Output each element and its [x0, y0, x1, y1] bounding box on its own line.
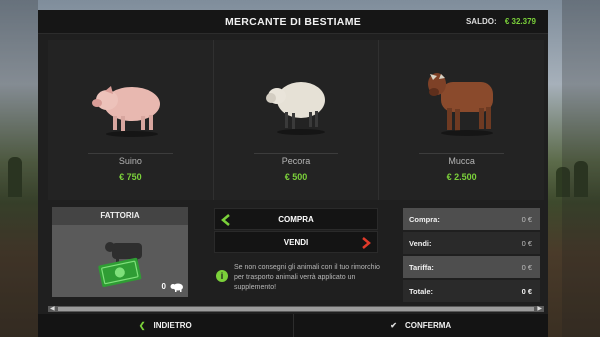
animal-card-pig[interactable]: Suino € 750	[48, 40, 214, 200]
summary-sell-row: Vendi: 0 €	[403, 232, 540, 254]
summary-total-label: Totale:	[409, 287, 434, 296]
buy-button-label: COMPRA	[278, 215, 314, 224]
animal-name-sheep: Pecora	[281, 156, 311, 166]
cost-summary: Compra: 0 € Vendi: 0 € Tariffa: 0 € Tota…	[403, 208, 540, 304]
animal-selection: Suino € 750 Pecora € 500 Mucca € 2.500	[48, 40, 544, 200]
back-arrow-icon: ❮	[138, 321, 146, 330]
summary-sell-label: Vendi:	[409, 239, 432, 248]
animal-price-cow: € 2.500	[446, 172, 477, 182]
summary-sell-value: 0 €	[521, 239, 532, 248]
animal-name-cow: Mucca	[448, 156, 475, 166]
cow-icon	[427, 73, 493, 136]
animal-price-pig: € 750	[119, 172, 142, 182]
livestock-dealer-dialog: MERCANTE DI BESTIAME SALDO: € 32.379 Sui…	[38, 10, 548, 337]
confirm-button-label: CONFERMA	[404, 321, 452, 330]
summary-fee-label: Tariffa:	[409, 263, 434, 272]
summary-total-row: Totale: 0 €	[403, 280, 540, 302]
balance-display: SALDO: € 32.379	[466, 17, 536, 26]
back-button[interactable]: ❮ INDIETRO	[38, 314, 294, 337]
scroll-left-icon[interactable]: ◀	[50, 305, 55, 312]
chevron-right-icon	[362, 237, 371, 249]
farm-animal-count: 0	[161, 282, 166, 291]
info-icon: i	[216, 270, 228, 282]
dialog-header: MERCANTE DI BESTIAME SALDO: € 32.379	[38, 10, 548, 34]
confirm-button[interactable]: ✔ CONFERMA	[294, 314, 549, 337]
sell-button[interactable]: VENDI	[214, 231, 378, 253]
scrollbar-thumb[interactable]	[58, 307, 534, 311]
back-button-label: INDIETRO	[153, 321, 192, 330]
farm-panel: FATTORIA 0	[52, 207, 188, 297]
summary-buy-row: Compra: 0 €	[403, 208, 540, 230]
summary-buy-value: 0 €	[521, 215, 532, 224]
animal-price-sheep: € 500	[284, 172, 308, 182]
pig-icon	[92, 86, 161, 137]
animal-card-sheep[interactable]: Pecora € 500	[214, 40, 380, 200]
balance-value: € 32.379	[504, 17, 536, 26]
summary-fee-row: Tariffa: 0 €	[403, 256, 540, 278]
farm-animal-money-icon	[98, 242, 142, 287]
transport-notice-text: Se non consegni gli animali con il tuo r…	[234, 264, 380, 291]
balance-label: SALDO:	[465, 17, 497, 26]
summary-fee-value: 0 €	[521, 263, 532, 272]
buy-button[interactable]: COMPRA	[214, 208, 378, 230]
farm-title: FATTORIA	[52, 207, 188, 225]
summary-buy-label: Compra:	[409, 215, 440, 224]
dialog-footer: ❮ INDIETRO ✔ CONFERMA	[38, 314, 548, 337]
pig-small-icon	[170, 283, 183, 292]
summary-total-value: 0 €	[521, 287, 532, 296]
checkmark-icon: ✔	[390, 321, 397, 330]
horizontal-scrollbar[interactable]: ◀ ▶	[48, 306, 544, 312]
animal-name-pig: Suino	[118, 156, 142, 166]
animal-card-cow[interactable]: Mucca € 2.500	[379, 40, 544, 200]
sell-button-label: VENDI	[283, 238, 309, 247]
chevron-left-icon	[221, 214, 230, 226]
sheep-icon	[266, 82, 325, 135]
scroll-right-icon[interactable]: ▶	[537, 305, 542, 312]
